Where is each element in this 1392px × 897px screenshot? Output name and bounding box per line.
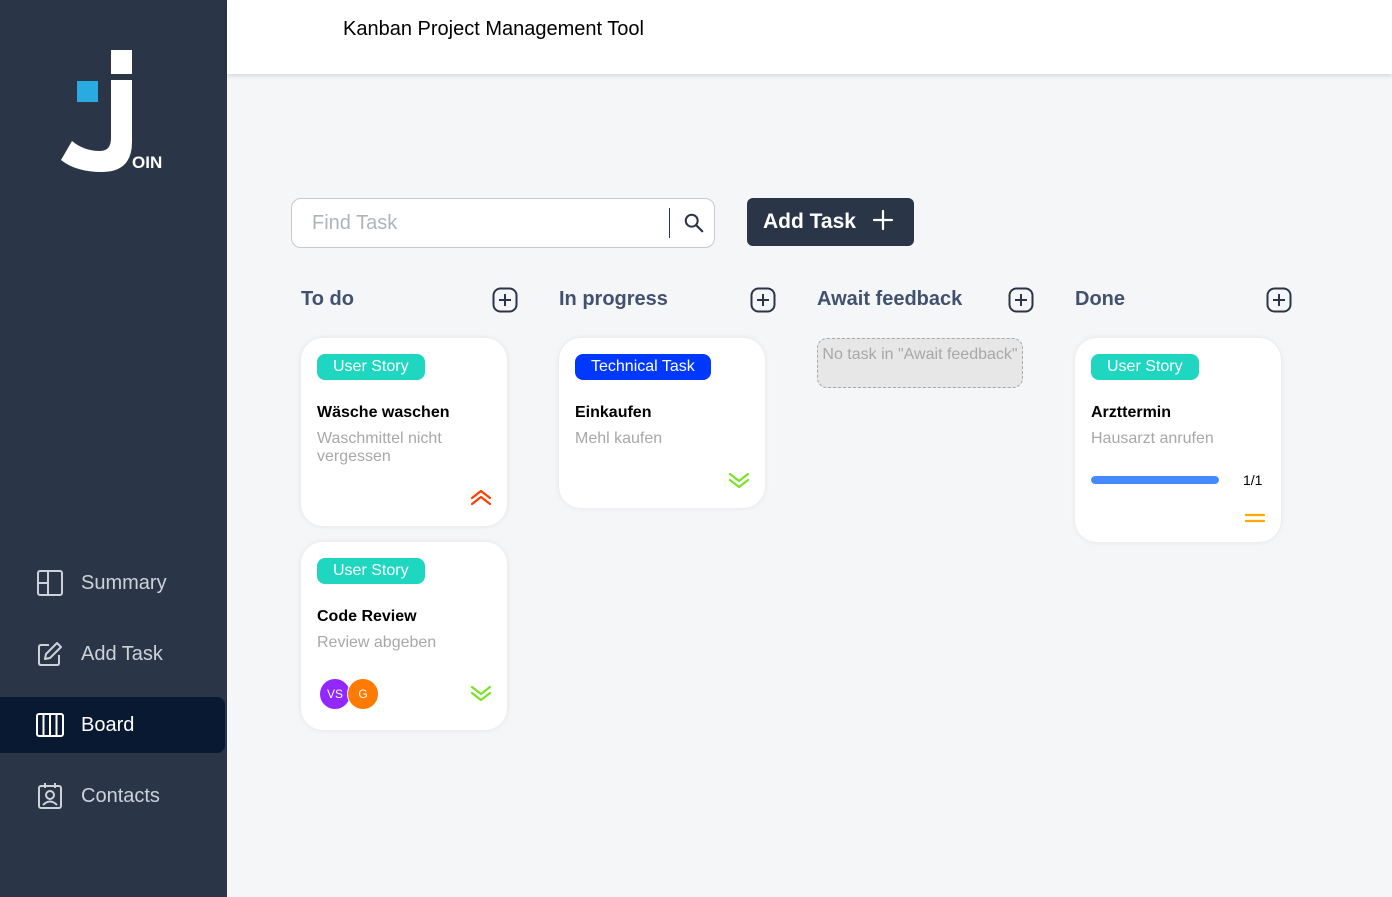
join-logo[interactable]: OIN	[60, 48, 170, 178]
task-title: Code Review	[317, 608, 417, 625]
task-description: Review abgeben	[317, 634, 437, 651]
category-tag: User Story	[317, 354, 425, 380]
sidebar: OIN Summary Add Task Board Contacts	[0, 0, 227, 897]
task-card[interactable]: User Story Code Review Review abgeben VS…	[301, 542, 507, 730]
logo-text: OIN	[132, 153, 162, 172]
task-description: Mehl kaufen	[575, 430, 663, 447]
sidebar-item-add-task[interactable]: Add Task	[0, 626, 225, 682]
column-title-done: Done	[1075, 288, 1125, 310]
category-tag: Technical Task	[575, 354, 711, 380]
subtask-progress-bar	[1091, 476, 1219, 484]
task-title: Einkaufen	[575, 404, 652, 421]
task-card[interactable]: User Story Arzttermin Hausarzt anrufen 1…	[1075, 338, 1281, 542]
add-task-button[interactable]: Add Task	[747, 198, 914, 246]
sidebar-item-contacts[interactable]: Contacts	[0, 768, 225, 824]
search-divider	[669, 208, 670, 238]
priority-low-icon	[470, 685, 492, 701]
sidebar-item-board[interactable]: Board	[0, 697, 225, 753]
sidebar-item-summary[interactable]: Summary	[0, 555, 225, 611]
column-title-await-feedback: Await feedback	[817, 288, 963, 310]
add-to-await-feedback-icon[interactable]	[1008, 287, 1034, 313]
header: Kanban Project Management Tool	[227, 0, 1392, 74]
join-logo-mark: OIN	[61, 50, 162, 172]
plus-icon	[872, 209, 894, 231]
avatar: G	[347, 678, 379, 710]
task-card[interactable]: User Story Wäsche waschen Waschmittel ni…	[301, 338, 507, 526]
task-description: Hausarzt anrufen	[1091, 430, 1214, 447]
board-icon	[36, 713, 64, 737]
column-title-todo: To do	[301, 288, 354, 310]
summary-icon	[37, 570, 63, 596]
task-card[interactable]: Technical Task Einkaufen Mehl kaufen	[559, 338, 765, 508]
add-task-button-label: Add Task	[763, 210, 856, 233]
search-icon[interactable]	[683, 212, 705, 234]
subtask-count: 1/1	[1243, 472, 1263, 488]
task-title: Arzttermin	[1091, 404, 1172, 421]
empty-column-placeholder: No task in "Await feedback"	[817, 338, 1023, 388]
priority-low-icon	[728, 472, 750, 488]
subtask-progress-fill	[1091, 476, 1219, 484]
edit-icon	[38, 642, 62, 666]
sidebar-item-label: Add Task	[81, 642, 163, 665]
add-to-todo-icon[interactable]	[492, 287, 518, 313]
add-to-done-icon[interactable]	[1266, 287, 1292, 313]
sidebar-item-label: Contacts	[81, 784, 160, 807]
column-title-in-progress: In progress	[559, 288, 668, 310]
contacts-icon	[38, 783, 62, 809]
priority-urgent-icon	[470, 490, 492, 506]
category-tag: User Story	[317, 558, 425, 584]
search-box	[291, 198, 715, 248]
task-description: Waschmittel nicht vergessen	[317, 430, 442, 465]
sidebar-item-label: Board	[81, 713, 135, 736]
add-to-in-progress-icon[interactable]	[750, 287, 776, 313]
task-title: Wäsche waschen	[317, 404, 450, 421]
category-tag: User Story	[1091, 354, 1199, 380]
priority-medium-icon	[1244, 513, 1266, 523]
search-input[interactable]	[312, 211, 652, 235]
page-title: Kanban Project Management Tool	[343, 18, 644, 40]
sidebar-item-label: Summary	[81, 571, 167, 594]
